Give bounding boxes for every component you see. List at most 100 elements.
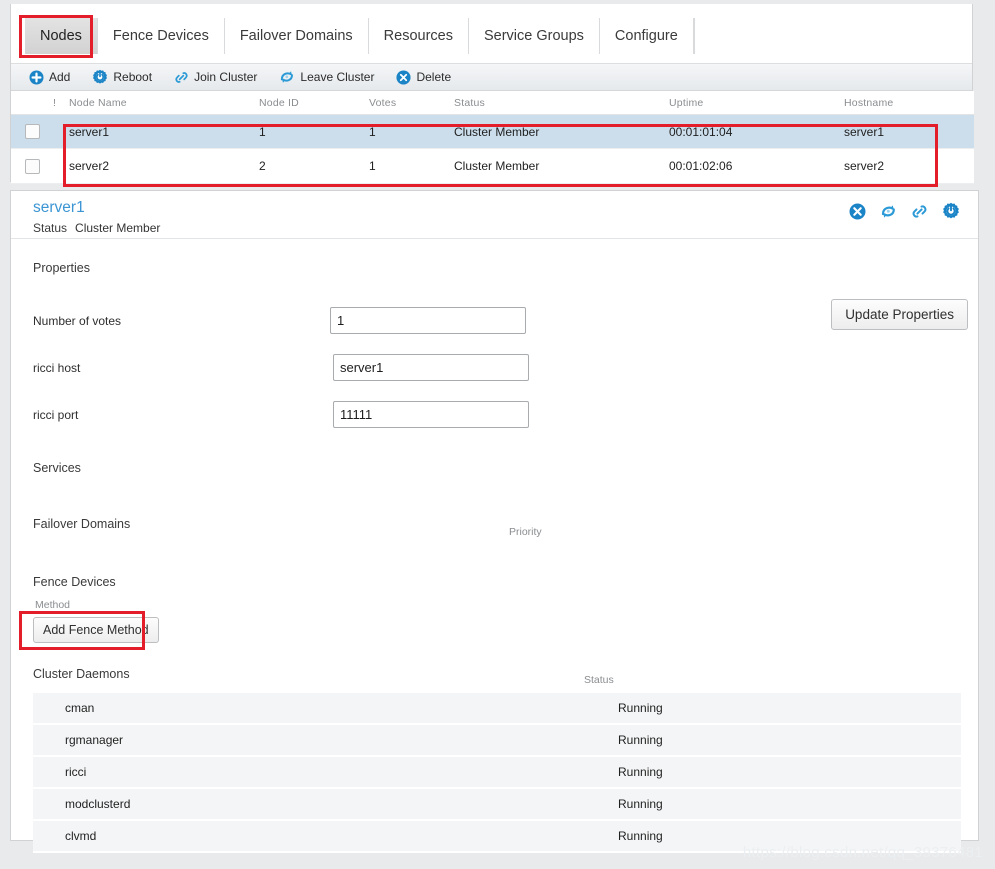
ricci-port-input[interactable] <box>333 401 529 428</box>
daemon-status-cell: Running <box>618 756 961 789</box>
daemon-status-cell: Running <box>618 724 961 757</box>
nodes-col-header-3: Node ID <box>259 91 369 115</box>
tab-bar: Nodes Fence Devices Failover Domains Resour… <box>11 4 972 64</box>
priority-column-header: Priority <box>509 526 542 538</box>
add-fence-method-button[interactable]: Add Fence Method <box>33 617 159 643</box>
daemon-row: modclusterd Running <box>33 788 961 821</box>
node-hostname-cell: server2 <box>844 148 974 184</box>
nodes-table-header-row: ! Node Name Node ID Votes Status Uptime Hostna… <box>11 91 974 115</box>
update-properties-button[interactable]: Update Properties <box>831 299 968 330</box>
tab-nodes[interactable]: Nodes <box>25 18 98 54</box>
daemons-status-header: Status <box>584 674 614 686</box>
toolbar-item-label: Reboot <box>113 70 153 84</box>
toolbar-item-label: Delete <box>416 70 452 84</box>
daemon-name-cell: modclusterd <box>33 788 618 821</box>
cluster-daemons-title: Cluster Daemons <box>33 667 130 681</box>
property-row: ricci host <box>33 344 978 391</box>
node-votes-cell: 1 <box>369 148 454 184</box>
nodes-col-header-4: Votes <box>369 91 454 115</box>
leave-cluster-icon[interactable] <box>880 203 897 220</box>
row-alert-cell <box>53 114 69 150</box>
toolbar-add-button[interactable]: Add <box>29 70 70 85</box>
node-name-cell: server1 <box>69 114 259 150</box>
nodes-col-header-2: Node Name <box>69 91 259 115</box>
link-icon <box>174 70 189 85</box>
daemon-status-cell: Running <box>618 693 961 725</box>
toolbar-join-cluster-button[interactable]: Join Cluster <box>174 70 257 85</box>
tab-configure[interactable]: Configure <box>600 18 694 54</box>
votes-input[interactable] <box>330 307 526 334</box>
daemon-name-cell: cman <box>33 693 618 725</box>
toolbar-item-label: Leave Cluster <box>300 70 375 84</box>
node-toolbar: Add Reboot Join Cluster Leave Cluster Delete <box>11 64 972 91</box>
daemon-row: ricci Running <box>33 756 961 789</box>
row-checkbox-cell <box>11 114 53 150</box>
tab-resources[interactable]: Resources <box>369 18 469 54</box>
cluster-daemons-section: Cluster Daemons Status cman Running rgmana… <box>33 665 978 853</box>
daemon-name-cell: rgmanager <box>33 724 618 757</box>
failover-domains-title: Failover Domains <box>33 517 131 531</box>
toolbar-delete-button[interactable]: Delete <box>396 69 452 85</box>
daemon-row: rgmanager Running <box>33 724 961 757</box>
node-detail-panel: server1 Status Cluster Member Properties… <box>10 190 979 853</box>
nodes-col-header-7: Hostname <box>844 91 974 115</box>
node-votes-cell: 1 <box>369 114 454 150</box>
status-label: Status <box>33 221 68 235</box>
node-status-cell: Cluster Member <box>454 114 669 150</box>
join-cluster-icon[interactable] <box>911 203 928 220</box>
node-id-cell: 2 <box>259 148 369 184</box>
daemon-name-cell: clvmd <box>33 820 618 853</box>
property-label: ricci port <box>33 407 79 422</box>
nodes-col-header-1: ! <box>53 91 69 115</box>
daemon-status-cell: Running <box>618 788 961 821</box>
fence-devices-title: Fence Devices <box>33 575 116 589</box>
delete-icon[interactable] <box>849 203 866 220</box>
row-checkbox[interactable] <box>25 158 40 174</box>
x-circle-icon <box>396 69 412 85</box>
nodes-panel: Nodes Fence Devices Failover Domains Resour… <box>10 4 974 184</box>
row-alert-cell <box>53 148 69 184</box>
toolbar-item-label: Add <box>49 70 71 84</box>
watermark: https://blog.csdn.net/qq_39376481 <box>742 844 983 861</box>
node-status-cell: Cluster Member <box>454 148 669 184</box>
failover-domains-section: Failover Domains Priority <box>33 515 978 538</box>
ricci-host-input[interactable] <box>333 354 529 381</box>
node-hostname-cell: server1 <box>844 114 974 150</box>
cluster-daemons-body: cman Running rgmanager Running ricci Running m… <box>33 693 961 853</box>
node-id-cell: 1 <box>259 114 369 150</box>
nodes-col-header-0 <box>11 91 53 115</box>
nodes-table: ! Node Name Node ID Votes Status Uptime Hostna… <box>11 91 974 184</box>
node-detail-body: Properties Number of votes ricci host ricc… <box>11 239 978 853</box>
method-column-header: Method <box>35 599 71 611</box>
node-detail-title[interactable]: server1 <box>33 199 978 217</box>
nodes-col-header-5: Status <box>454 91 669 115</box>
toolbar-item-label: Join Cluster <box>194 70 258 84</box>
property-label: ricci host <box>33 360 81 375</box>
toolbar-reboot-button[interactable]: Reboot <box>92 69 152 85</box>
node-detail-status: Status Cluster Member <box>33 221 978 235</box>
tab-bar-end-divider <box>693 18 695 54</box>
node-uptime-cell: 00:01:01:04 <box>669 114 844 150</box>
tab-fence-devices[interactable]: Fence Devices <box>98 18 225 54</box>
tab-list: Nodes Fence Devices Failover Domains Resour… <box>25 18 695 54</box>
reboot-gear-icon <box>92 69 108 85</box>
nodes-col-header-6: Uptime <box>669 91 844 115</box>
cluster-daemons-table: cman Running rgmanager Running ricci Running m… <box>33 693 961 853</box>
row-checkbox[interactable] <box>25 124 40 140</box>
row-checkbox-cell <box>11 148 53 184</box>
tab-failover-domains[interactable]: Failover Domains <box>225 18 369 54</box>
plus-circle-icon <box>29 70 44 85</box>
table-row[interactable]: server1 1 1 Cluster Member 00:01:01:04 server… <box>11 114 974 150</box>
status-value: Cluster Member <box>75 221 161 235</box>
leave-cluster-icon <box>279 69 295 85</box>
table-row[interactable]: server2 2 1 Cluster Member 00:01:02:06 server… <box>11 148 974 184</box>
tab-service-groups[interactable]: Service Groups <box>469 18 600 54</box>
property-row: ricci port <box>33 391 978 438</box>
property-label: Number of votes <box>33 313 122 328</box>
node-name-cell: server2 <box>69 148 259 184</box>
toolbar-leave-cluster-button[interactable]: Leave Cluster <box>279 69 374 85</box>
reboot-icon[interactable] <box>942 202 960 220</box>
properties-title: Properties <box>33 261 90 275</box>
node-action-icons <box>849 202 960 220</box>
fence-devices-section: Fence Devices Method Add Fence Method <box>33 575 978 643</box>
